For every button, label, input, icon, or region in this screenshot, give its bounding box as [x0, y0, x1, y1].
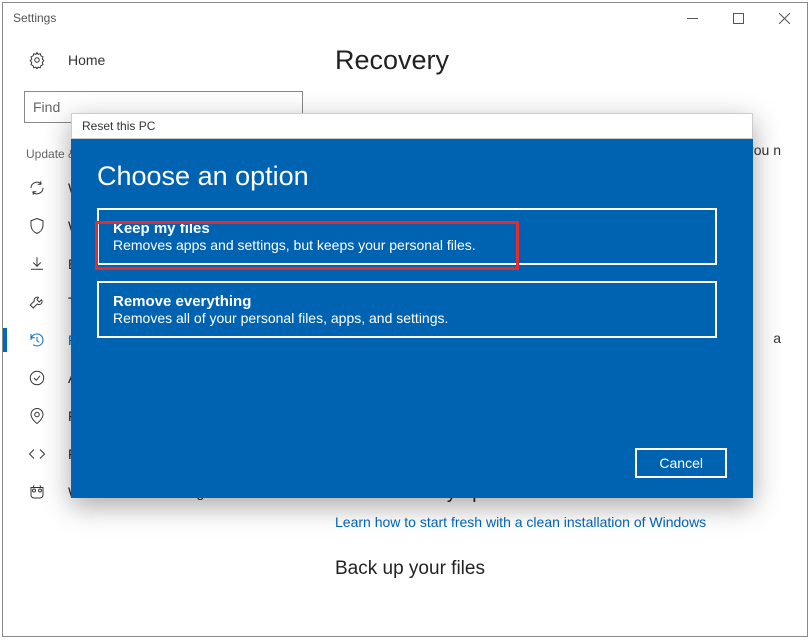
- window-title: Settings: [3, 11, 669, 25]
- close-button[interactable]: [761, 3, 807, 33]
- dialog-heading: Choose an option: [71, 139, 753, 208]
- settings-window: Settings Home Find Update & Security W W: [2, 2, 808, 637]
- option-desc: Removes all of your personal files, apps…: [113, 310, 701, 326]
- home-link[interactable]: Home: [3, 43, 313, 77]
- history-icon: [28, 331, 48, 349]
- shield-icon: [28, 217, 48, 235]
- gear-icon: [28, 51, 48, 69]
- option-title: Remove everything: [113, 293, 701, 310]
- search-text: Find: [33, 99, 60, 115]
- cancel-button[interactable]: Cancel: [635, 448, 727, 478]
- option-title: Keep my files: [113, 220, 701, 237]
- advanced-fragment: a: [773, 330, 781, 346]
- start-fresh-link[interactable]: Learn how to start fresh with a clean in…: [335, 514, 781, 530]
- option-desc: Removes apps and settings, but keeps you…: [113, 237, 701, 253]
- dialog-options: Keep my files Removes apps and settings,…: [71, 208, 753, 338]
- home-label: Home: [68, 52, 105, 68]
- window-controls: [669, 3, 807, 33]
- backup-heading: Back up your files: [335, 558, 781, 580]
- option-keep-my-files[interactable]: Keep my files Removes apps and settings,…: [97, 208, 717, 265]
- sync-icon: [28, 179, 48, 197]
- minimize-button[interactable]: [669, 3, 715, 33]
- option-remove-everything[interactable]: Remove everything Removes all of your pe…: [97, 281, 717, 338]
- location-icon: [28, 407, 48, 425]
- titlebar: Settings: [3, 3, 807, 33]
- maximize-button[interactable]: [715, 3, 761, 33]
- code-icon: [28, 445, 48, 463]
- insider-icon: [28, 483, 48, 501]
- dialog-title: Reset this PC: [71, 113, 753, 139]
- backup-icon: [28, 255, 48, 273]
- check-circle-icon: [28, 369, 48, 387]
- wrench-icon: [28, 293, 48, 311]
- reset-pc-dialog: Reset this PC Choose an option Keep my f…: [71, 113, 753, 498]
- page-title: Recovery: [335, 45, 781, 76]
